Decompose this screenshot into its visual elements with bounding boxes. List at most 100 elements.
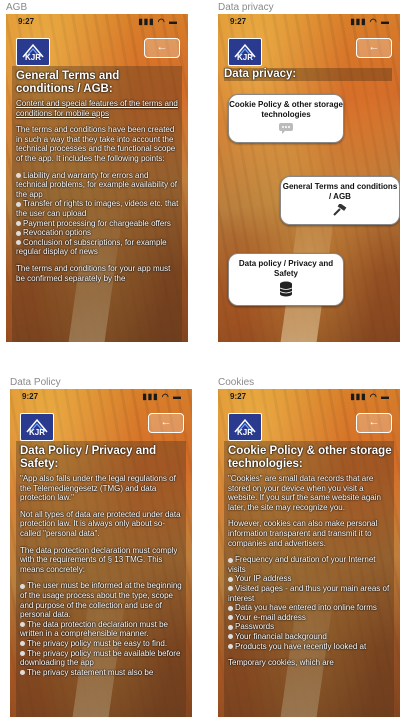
list-item-text: Your financial background: [235, 631, 327, 641]
bullet-icon: [20, 670, 25, 676]
frame-label: AGB: [6, 2, 28, 13]
bullet-icon: [20, 641, 25, 647]
card-data-policy[interactable]: Data policy / Privacy and Safety: [228, 253, 344, 306]
phone-screen: 9:27 ▮▮▮ ◠ ▬ KJR ← General Terms and con…: [6, 14, 188, 342]
card-terms[interactable]: General Terms and conditions / AGB: [280, 176, 400, 225]
list-item-text: The privacy policy must be easy to find.: [27, 638, 168, 648]
page-title: Data privacy:: [224, 68, 392, 81]
list-item-text: Your e-mail address: [235, 612, 306, 622]
list-item-text: The privacy statement must also be: [27, 667, 154, 677]
list-item: Visited pages - and thus your main areas…: [228, 584, 392, 603]
list-item-text: Conclusion of subscriptions, for example…: [16, 237, 167, 257]
back-button[interactable]: ←: [148, 413, 184, 433]
back-button[interactable]: ←: [356, 413, 392, 433]
bullet-icon: [16, 220, 21, 226]
list-item-text: Liability and warranty for errors and te…: [16, 170, 177, 199]
paragraph: However, cookies can also make personal …: [228, 519, 378, 548]
bullet-icon: [20, 622, 25, 628]
list-item: Your IP address: [228, 574, 392, 584]
bullet-list: Liability and warranty for errors and te…: [16, 171, 180, 257]
back-arrow-icon: ←: [368, 416, 380, 428]
list-item-text: Visited pages - and thus your main areas…: [228, 583, 390, 603]
list-item-text: Payment processing for chargeable offers: [23, 218, 171, 228]
phone-screen: 9:27 ▮▮▮ ◠ ▬ KJR ← Cookie Policy & other…: [218, 389, 400, 717]
bullet-icon: [16, 172, 21, 178]
signal-wifi-battery-icon: ▮▮▮ ◠ ▬: [350, 17, 390, 26]
card-label: General Terms and conditions / AGB: [282, 182, 398, 201]
status-bar: 9:27 ▮▮▮ ◠ ▬: [6, 14, 188, 28]
page-content: Data Policy / Privacy and Safety: "App a…: [20, 445, 184, 684]
list-item: Transfer of rights to images, videos etc…: [16, 199, 180, 218]
list-item: Frequency and duration of your Internet …: [228, 555, 392, 574]
card-label: Cookie Policy & other storage technologi…: [229, 100, 343, 119]
bullet-icon: [16, 230, 21, 236]
status-bar: 9:27 ▮▮▮ ◠ ▬: [218, 389, 400, 403]
signal-wifi-battery-icon: ▮▮▮ ◠ ▬: [138, 17, 178, 26]
list-item-text: The user must be informed at the beginni…: [20, 581, 182, 620]
gavel-icon: [333, 204, 347, 216]
list-item-text: Your IP address: [235, 574, 292, 584]
list-item-text: Data you have entered into online forms: [235, 603, 377, 613]
list-item-text: Revocation options: [23, 228, 92, 238]
list-item: The privacy policy must be available bef…: [20, 649, 184, 668]
list-item: The privacy policy must be easy to find.: [20, 639, 184, 649]
status-time: 9:27: [22, 392, 39, 401]
logo-text: KJR: [28, 427, 45, 437]
list-item: The privacy statement must also be: [20, 668, 184, 678]
list-item: Revocation options: [16, 228, 180, 238]
status-bar: 9:27 ▮▮▮ ◠ ▬: [10, 389, 192, 403]
bullet-icon: [228, 605, 233, 611]
bullet-icon: [228, 624, 233, 630]
frame-agb: AGB 9:27 ▮▮▮ ◠ ▬ KJR ← General Terms and…: [6, 2, 188, 344]
list-item: Your e-mail address: [228, 613, 392, 623]
bullet-icon: [228, 643, 233, 649]
phone-screen: 9:27 ▮▮▮ ◠ ▬ KJR ← Data privacy: Cookie …: [218, 14, 400, 342]
back-button[interactable]: ←: [144, 38, 180, 58]
kjr-logo: KJR: [16, 38, 50, 66]
card-label: Data policy / Privacy and Safety: [238, 259, 334, 278]
list-item-text: The data protection declaration must be …: [20, 619, 168, 639]
bullet-icon: [20, 583, 25, 589]
paragraph: The data protection declaration must com…: [20, 545, 178, 574]
bullet-list: Frequency and duration of your Internet …: [228, 555, 392, 651]
list-item: Data you have entered into online forms: [228, 603, 392, 613]
logo-text: KJR: [24, 52, 41, 62]
kjr-logo: KJR: [228, 413, 262, 441]
bullet-icon: [228, 634, 233, 640]
frame-label: Cookies: [218, 377, 255, 388]
bullet-list: The user must be informed at the beginni…: [20, 581, 184, 677]
list-item-text: The privacy policy must be available bef…: [20, 648, 181, 668]
page-content: General Terms and conditions / AGB: Cont…: [16, 70, 180, 290]
back-arrow-icon: ←: [160, 416, 172, 428]
kjr-logo: KJR: [20, 413, 54, 441]
list-item: The data protection declaration must be …: [20, 620, 184, 639]
signal-wifi-battery-icon: ▮▮▮ ◠ ▬: [142, 392, 182, 401]
status-bar: 9:27 ▮▮▮ ◠ ▬: [218, 14, 400, 28]
page-content: Cookie Policy & other storage technologi…: [228, 445, 392, 675]
page-title: Cookie Policy & other storage technologi…: [228, 445, 392, 470]
bullet-icon: [16, 201, 21, 207]
phone-screen: 9:27 ▮▮▮ ◠ ▬ KJR ← Data Policy / Privacy…: [10, 389, 192, 717]
list-item: Liability and warranty for errors and te…: [16, 171, 180, 200]
back-arrow-icon: ←: [156, 41, 168, 53]
list-item-text: Transfer of rights to images, videos etc…: [16, 199, 179, 218]
frame-data-privacy: Data privacy 9:27 ▮▮▮ ◠ ▬ KJR ← Data pri…: [218, 2, 400, 344]
bullet-icon: [228, 586, 233, 592]
database-icon: [279, 281, 293, 297]
frame-label: Data Policy: [10, 377, 61, 388]
paragraph: Not all types of data are protected unde…: [20, 509, 181, 538]
paragraph: "Cookies" are small data records that ar…: [228, 474, 381, 512]
paragraph: The terms and conditions have been creat…: [16, 125, 176, 163]
list-item: Products you have recently looked at: [228, 642, 392, 652]
back-arrow-icon: ←: [368, 41, 380, 53]
list-item-text: Frequency and duration of your Internet …: [228, 555, 376, 574]
bullet-icon: [228, 615, 233, 621]
list-item: The user must be informed at the beginni…: [20, 581, 184, 619]
bullet-icon: [16, 240, 21, 246]
frame-data-policy: Data Policy 9:27 ▮▮▮ ◠ ▬ KJR ← Data Poli…: [10, 377, 192, 719]
back-button[interactable]: ←: [356, 38, 392, 58]
frame-cookies: Cookies 9:27 ▮▮▮ ◠ ▬ KJR ← Cookie Policy…: [218, 377, 400, 719]
card-cookie-policy[interactable]: Cookie Policy & other storage technologi…: [228, 94, 344, 143]
status-time: 9:27: [18, 17, 35, 26]
logo-text: KJR: [236, 427, 253, 437]
